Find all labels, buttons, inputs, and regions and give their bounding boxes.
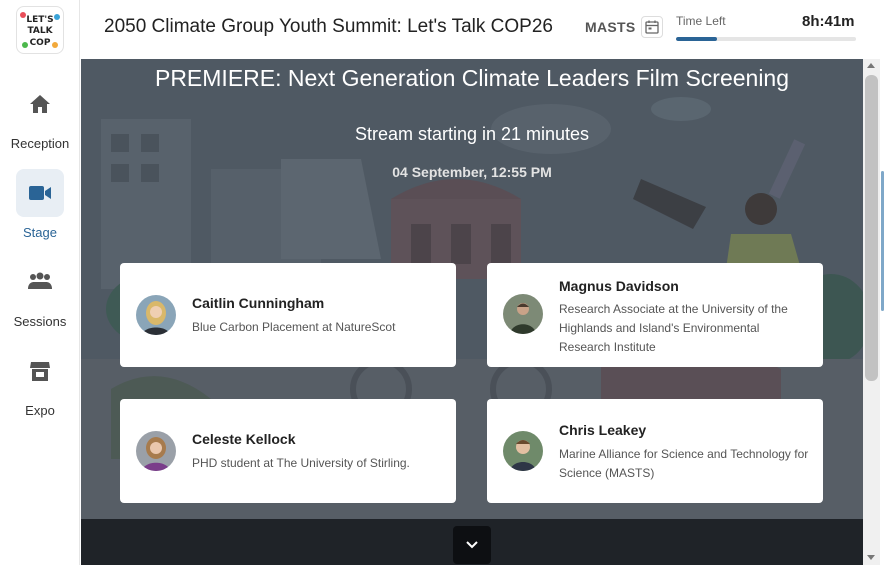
speaker-photo-icon	[136, 431, 176, 471]
speaker-card[interactable]: Magnus Davidson Research Associate at th…	[487, 263, 823, 367]
scrollbar-thumb[interactable]	[865, 75, 878, 381]
event-title: 2050 Climate Group Youth Summit: Let's T…	[104, 16, 553, 37]
avatar	[503, 294, 543, 334]
nav-icon-wrap	[16, 169, 64, 217]
speaker-photo-icon	[136, 295, 176, 335]
speaker-role: Marine Alliance for Science and Technolo…	[559, 447, 809, 480]
stage-area: PREMIERE: Next Generation Climate Leader…	[81, 59, 863, 565]
speaker-role: PHD student at The University of Stirlin…	[192, 456, 410, 470]
speaker-name: Caitlin Cunningham	[192, 295, 325, 311]
scroll-up-arrow-icon[interactable]	[867, 63, 875, 68]
speaker-card[interactable]: Caitlin Cunningham Blue Carbon Placement…	[120, 263, 456, 367]
speaker-card[interactable]: Celeste Kellock PHD student at The Unive…	[120, 399, 456, 503]
calendar-button[interactable]	[641, 16, 663, 38]
speaker-name: Celeste Kellock	[192, 431, 296, 447]
speaker-role: Blue Carbon Placement at NatureScot	[192, 320, 396, 334]
speaker-name: Chris Leakey	[559, 422, 647, 438]
scroll-down-arrow-icon[interactable]	[867, 555, 875, 560]
avatar	[503, 431, 543, 471]
nav-icon-wrap	[16, 347, 64, 395]
logo-text-line-1: LET'S	[26, 15, 53, 25]
sidebar-item-sessions[interactable]: Sessions	[0, 258, 80, 329]
sidebar: LET'S TALK COP Reception Stage Sessions …	[0, 0, 80, 565]
nav-icon-wrap	[16, 258, 64, 306]
sidebar-item-label: Expo	[25, 403, 55, 418]
logo-text-line-3: COP	[30, 38, 51, 48]
event-logo[interactable]: LET'S TALK COP	[16, 6, 64, 54]
sidebar-item-label: Stage	[23, 225, 57, 240]
sidebar-item-label: Sessions	[13, 314, 67, 329]
home-icon	[30, 95, 50, 113]
people-group-icon	[28, 272, 52, 289]
time-left-progress-fill	[676, 37, 718, 41]
time-left-label: Time Left	[676, 14, 726, 28]
speaker-card[interactable]: Chris Leakey Marine Alliance for Science…	[487, 399, 823, 503]
time-left-progress-track	[676, 37, 856, 41]
nav-icon-wrap	[16, 80, 64, 128]
video-camera-icon	[29, 186, 51, 200]
speaker-photo-icon	[503, 431, 543, 471]
sidebar-item-expo[interactable]: Expo	[0, 347, 80, 418]
logo-text-line-2: TALK	[27, 26, 53, 36]
session-datetime: 04 September, 12:55 PM	[392, 164, 552, 180]
page-scroll-indicator	[881, 171, 884, 311]
stream-countdown: Stream starting in 21 minutes	[354, 124, 590, 144]
sidebar-item-reception[interactable]: Reception	[0, 80, 80, 151]
sidebar-item-stage[interactable]: Stage	[0, 169, 80, 240]
avatar	[136, 295, 176, 335]
time-left-value: 8h:41m	[802, 13, 855, 30]
expand-down-button[interactable]	[453, 526, 491, 564]
chevron-down-icon	[466, 541, 478, 549]
page-scroll-strip	[880, 59, 885, 565]
organizer-name[interactable]: MASTS	[585, 19, 636, 35]
session-title: PREMIERE: Next Generation Climate Leader…	[154, 65, 790, 91]
avatar	[136, 431, 176, 471]
top-header: 2050 Climate Group Youth Summit: Let's T…	[80, 0, 885, 59]
lets-talk-cop-logo-icon: LET'S TALK COP	[20, 12, 60, 48]
store-icon	[30, 362, 50, 381]
calendar-icon	[645, 20, 659, 34]
speaker-name: Magnus Davidson	[559, 278, 679, 294]
speaker-role: Research Associate at the University of …	[559, 302, 788, 354]
stage-bottom-bar	[81, 519, 863, 565]
vertical-scrollbar[interactable]	[863, 59, 880, 565]
sidebar-item-label: Reception	[10, 136, 70, 151]
speaker-photo-icon	[503, 294, 543, 334]
